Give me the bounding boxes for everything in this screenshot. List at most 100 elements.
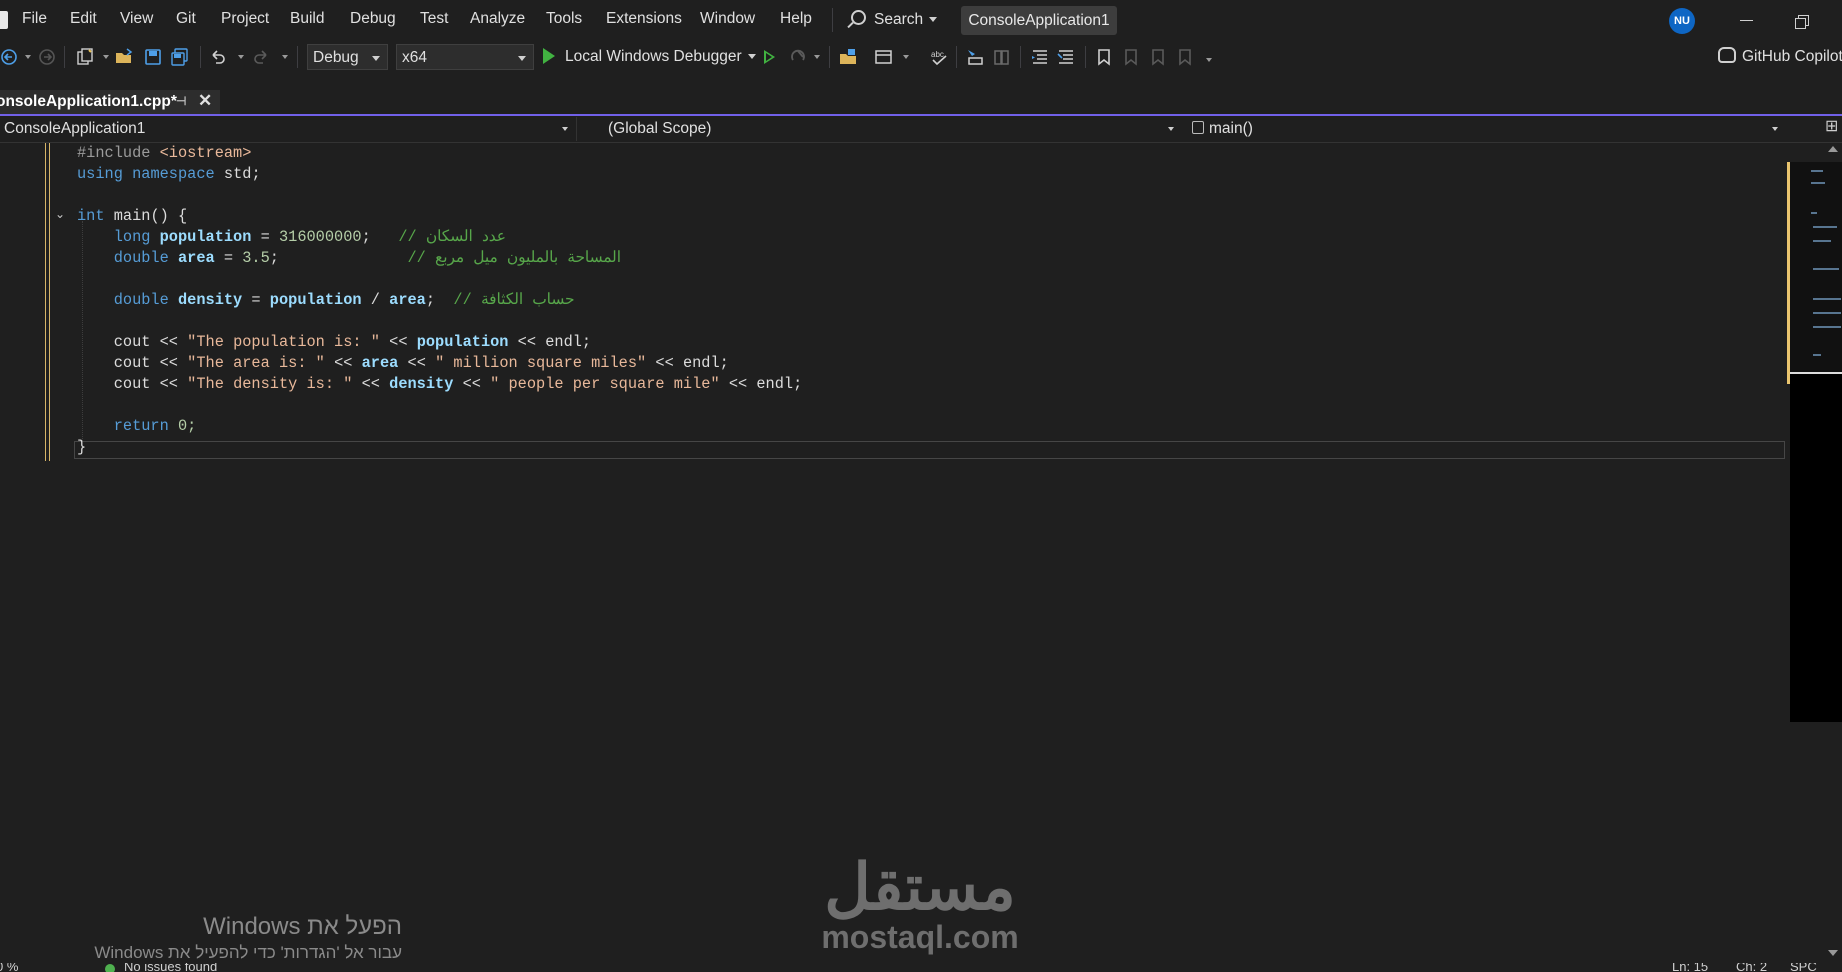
code-line-2: using namespace std; — [77, 165, 261, 183]
menu-edit[interactable]: Edit — [70, 10, 97, 28]
scope-dropdown[interactable]: (Global Scope) — [602, 117, 1182, 141]
toolbar-separator — [200, 46, 201, 68]
toolbar-separator — [64, 46, 65, 68]
copilot-label: GitHub Copilot — [1742, 48, 1842, 65]
bookmark-icon[interactable] — [1095, 48, 1113, 66]
chevron-down-icon[interactable] — [103, 55, 109, 59]
toolbar-separator — [829, 46, 830, 68]
hot-reload-icon[interactable] — [789, 48, 807, 66]
issues-status[interactable]: No issues found — [124, 963, 217, 972]
code-line-10: cout << "The population is: " << populat… — [113, 333, 592, 351]
windows-activation-subtitle: עבור אל 'הגדרות' כדי להפעיל את Windows — [94, 943, 402, 962]
windows-activation-watermark: הפעל את Windows עבור אל 'הגדרות' כדי להפ… — [60, 912, 402, 964]
function-cube-icon — [1192, 121, 1204, 134]
scroll-up-arrow-icon[interactable] — [1828, 146, 1838, 152]
platform-select[interactable]: x64 — [396, 44, 534, 70]
change-tracking-margin — [45, 143, 50, 461]
member-dropdown[interactable]: main() — [1190, 117, 1786, 141]
chevron-down-icon — [518, 56, 526, 61]
chevron-down-icon[interactable] — [238, 55, 244, 59]
copilot-icon — [1718, 47, 1736, 63]
minimap-line — [1811, 182, 1825, 184]
navigate-forward-icon[interactable] — [38, 48, 56, 66]
visual-studio-logo-icon[interactable] — [0, 11, 8, 29]
configuration-select[interactable]: Debug — [307, 44, 388, 70]
menu-file[interactable]: File — [22, 10, 47, 28]
menu-separator — [832, 8, 833, 32]
toggle-element-icon[interactable] — [993, 48, 1011, 66]
menu-window[interactable]: Window — [700, 10, 755, 28]
chevron-down-icon — [372, 56, 380, 61]
window-layout-icon[interactable] — [875, 48, 893, 66]
close-icon[interactable]: ✕ — [198, 92, 212, 110]
start-without-debugging-icon[interactable] — [764, 50, 775, 64]
chevron-down-icon[interactable] — [282, 55, 288, 59]
chevron-down-icon[interactable] — [814, 55, 820, 59]
check-circle-icon — [105, 964, 115, 972]
save-all-icon[interactable] — [171, 48, 189, 66]
open-folder-icon[interactable] — [115, 48, 133, 66]
save-icon[interactable] — [144, 48, 162, 66]
column-number[interactable]: Ch: 2 — [1736, 963, 1767, 972]
restore-button[interactable] — [1792, 10, 1812, 30]
next-bookmark-icon[interactable] — [1149, 48, 1167, 66]
select-element-icon[interactable] — [966, 48, 984, 66]
toolbar: Debug x64 Local Windows Debugger abc Git… — [0, 40, 1842, 74]
minimap-change-bar — [1787, 162, 1790, 384]
project-value: ConsoleApplication1 — [4, 120, 146, 137]
previous-bookmark-icon[interactable] — [1122, 48, 1140, 66]
toolbar-overflow-icon[interactable] — [1206, 58, 1212, 62]
new-project-icon[interactable] — [76, 48, 94, 66]
search-icon — [851, 10, 866, 25]
code-navigation-bar: ConsoleApplication1 (Global Scope) main(… — [0, 117, 1842, 143]
comment-lines-icon[interactable] — [1057, 48, 1075, 66]
debugger-label: Local Windows Debugger — [565, 48, 742, 65]
scroll-down-arrow-icon[interactable] — [1828, 950, 1838, 956]
line-number[interactable]: Ln: 15 — [1672, 963, 1708, 972]
minimap-line — [1813, 326, 1841, 328]
chevron-down-icon — [562, 127, 568, 131]
spell-check-icon[interactable]: abc — [930, 48, 948, 66]
chevron-down-icon[interactable] — [903, 55, 909, 59]
platform-value: x64 — [402, 49, 427, 66]
search-button[interactable]: Search — [851, 9, 938, 31]
code-line-11: cout << "The area is: " << area << " mil… — [113, 354, 729, 372]
github-copilot-button[interactable]: GitHub Copilot — [1718, 47, 1842, 66]
solution-title: ConsoleApplication1 — [961, 6, 1117, 35]
outdent-icon[interactable] — [1031, 48, 1049, 66]
chevron-down-icon[interactable] — [25, 55, 31, 59]
menu-view[interactable]: View — [120, 10, 153, 28]
tab-consoleapplication1-cpp[interactable]: onsoleApplication1.cpp* ⊣ ✕ — [0, 90, 220, 114]
menu-project[interactable]: Project — [221, 10, 269, 28]
status-bar: 0 % No issues found Ln: 15 Ch: 2 SPC — [0, 963, 1842, 972]
menu-test[interactable]: Test — [420, 10, 448, 28]
menu-tools[interactable]: Tools — [546, 10, 582, 28]
clear-bookmarks-icon[interactable] — [1176, 48, 1194, 66]
menu-bar: File Edit View Git Project Build Debug T… — [0, 0, 1842, 40]
code-line-1: #include <iostream> — [77, 144, 252, 162]
zoom-level[interactable]: 0 % — [0, 963, 18, 972]
collapse-region-icon[interactable]: ⌄ — [55, 209, 65, 221]
minimap-line — [1811, 212, 1817, 214]
pin-icon[interactable]: ⊣ — [176, 95, 188, 107]
menu-git[interactable]: Git — [176, 10, 196, 28]
navigate-back-icon[interactable] — [0, 48, 18, 66]
menu-debug[interactable]: Debug — [350, 10, 396, 28]
undo-icon[interactable] — [209, 48, 227, 66]
menu-help[interactable]: Help — [780, 10, 812, 28]
redo-icon[interactable] — [252, 48, 270, 66]
split-editor-icon[interactable]: ⊞ — [1825, 119, 1839, 135]
whitespace-mode[interactable]: SPC — [1790, 963, 1817, 972]
toolbar-separator — [1085, 46, 1086, 68]
menu-extensions[interactable]: Extensions — [606, 10, 682, 28]
avatar[interactable]: NU — [1669, 8, 1695, 34]
menu-analyze[interactable]: Analyze — [470, 10, 525, 28]
tab-label: onsoleApplication1.cpp* — [0, 93, 177, 110]
project-dropdown[interactable]: ConsoleApplication1 — [0, 117, 577, 141]
solution-explorer-icon[interactable] — [839, 48, 857, 66]
start-debugging-button[interactable]: Local Windows Debugger — [543, 46, 756, 68]
code-editor[interactable]: ⌄ #include <iostream> using namespace st… — [0, 143, 1787, 972]
minimap-line — [1811, 170, 1823, 172]
menu-build[interactable]: Build — [290, 10, 324, 28]
minimize-button[interactable] — [1737, 10, 1757, 30]
